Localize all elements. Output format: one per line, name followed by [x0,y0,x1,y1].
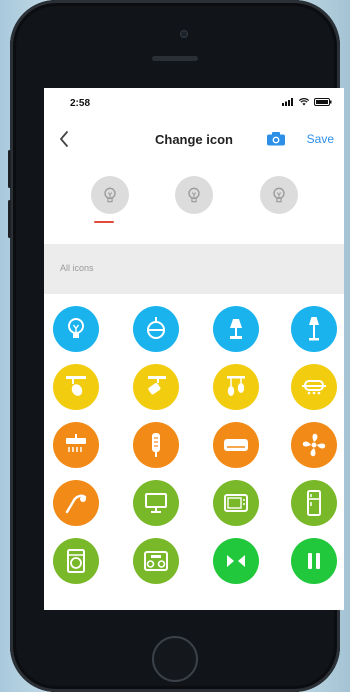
icon-tile-air-conditioner[interactable] [213,422,259,468]
tv-icon [224,494,248,512]
icon-tile-chandelier[interactable] [213,364,259,410]
volume-down-button [8,200,11,238]
icon-tile-hair-dryer[interactable] [53,480,99,526]
air-conditioner-icon [224,439,248,451]
washing-machine-icon [67,549,85,573]
icon-tile-radiator[interactable] [133,422,179,468]
bulb-icon [188,187,200,203]
front-camera [180,30,188,38]
pendant-lamp-icon [147,317,165,339]
curtain-icon [227,555,245,567]
fan-icon [302,433,326,457]
icon-tile-fan[interactable] [291,422,337,468]
bulb-icon [273,187,285,203]
icon-tile-bulb[interactable] [53,306,99,352]
track-light-icon [148,376,166,395]
wifi-icon [299,98,309,106]
home-button[interactable] [152,636,198,682]
icon-tile-spotlight[interactable] [53,364,99,410]
page-title: Change icon [154,132,233,147]
save-button[interactable]: Save [307,132,334,146]
battery-icon [314,98,332,106]
bulb-icon [104,187,116,203]
shower-heater-icon [66,434,86,452]
icon-tile-track-light[interactable] [133,364,179,410]
floor-lamp-icon [309,317,319,341]
preview-item-1[interactable] [91,176,129,214]
icon-tile-pause-switch[interactable] [291,538,337,584]
phone-frame: 2:58 Change icon Save All icons [8,0,344,692]
chandelier-icon [227,376,245,396]
preview-item-3[interactable] [260,176,298,214]
icon-tile-pendant-lamp[interactable] [133,306,179,352]
status-time: 2:58 [70,98,91,109]
status-bar: 2:58 [44,88,344,118]
icon-tile-ceiling-light[interactable] [291,364,337,410]
preview-item-2[interactable] [175,176,213,214]
selected-indicator [94,221,114,223]
icon-tile-shower-heater[interactable] [53,422,99,468]
icon-tile-curtain[interactable] [213,538,259,584]
stereo-icon [144,551,168,571]
signal-icon [282,98,293,106]
icon-tile-washing-machine[interactable] [53,538,99,584]
app-screen: 2:58 Change icon Save All icons [44,88,344,610]
icon-tile-monitor[interactable] [133,480,179,526]
icon-tile-fridge[interactable] [291,480,337,526]
bulb-icon [68,318,84,338]
camera-icon[interactable] [267,132,285,146]
fridge-icon [307,490,321,516]
nav-bar: Change icon Save [44,126,344,158]
ceiling-light-icon [302,380,326,395]
icon-tile-floor-lamp[interactable] [291,306,337,352]
table-lamp-icon [230,319,242,339]
pause-switch-icon [308,553,320,569]
spotlight-icon [66,376,86,396]
icon-tile-stereo[interactable] [133,538,179,584]
hair-dryer-icon [65,494,87,514]
icon-preview-row [44,176,344,226]
status-icons [282,98,332,106]
icon-tile-tv[interactable] [213,480,259,526]
all-icons-section-header: All icons [44,244,344,294]
volume-up-button [8,150,11,188]
earpiece-speaker [152,56,198,61]
icon-tile-table-lamp[interactable] [213,306,259,352]
radiator-icon [152,433,160,457]
monitor-icon [145,493,167,513]
all-icons-label: All icons [60,263,94,273]
